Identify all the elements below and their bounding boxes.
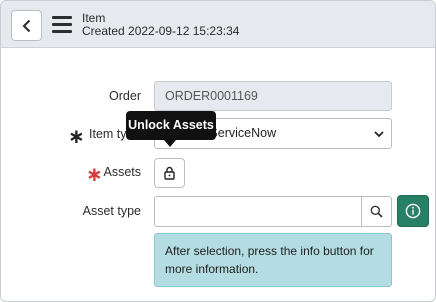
back-button[interactable]	[11, 10, 42, 41]
hamburger-menu-icon[interactable]	[52, 16, 72, 33]
page-subtitle: Created 2022-09-12 15:23:34	[82, 24, 240, 38]
asset-type-label: Asset type	[82, 204, 141, 218]
search-icon	[370, 205, 383, 218]
unlock-icon	[164, 166, 175, 180]
search-button[interactable]	[361, 196, 392, 227]
info-message-box: After selection, press the info button f…	[154, 233, 392, 287]
header-bar: Item Created 2022-09-12 15:23:34	[1, 1, 435, 48]
page-title: Item	[82, 11, 106, 25]
unlock-assets-tooltip: Unlock Assets	[126, 111, 216, 140]
assets-label: Assets	[103, 165, 141, 179]
order-field: ORDER0001169	[154, 81, 392, 111]
info-button[interactable]	[397, 195, 429, 227]
chevron-down-icon	[374, 131, 384, 138]
asset-type-input[interactable]	[154, 196, 362, 227]
item-form-window: Item Created 2022-09-12 15:23:34 Order O…	[0, 0, 436, 302]
item-type-label: Item ty	[89, 127, 127, 141]
required-marker: ∗	[68, 126, 85, 148]
tooltip-arrow	[164, 140, 176, 147]
info-icon	[405, 203, 421, 219]
order-label: Order	[109, 89, 141, 103]
unlock-assets-button[interactable]	[154, 158, 185, 188]
chevron-left-icon	[22, 19, 30, 32]
